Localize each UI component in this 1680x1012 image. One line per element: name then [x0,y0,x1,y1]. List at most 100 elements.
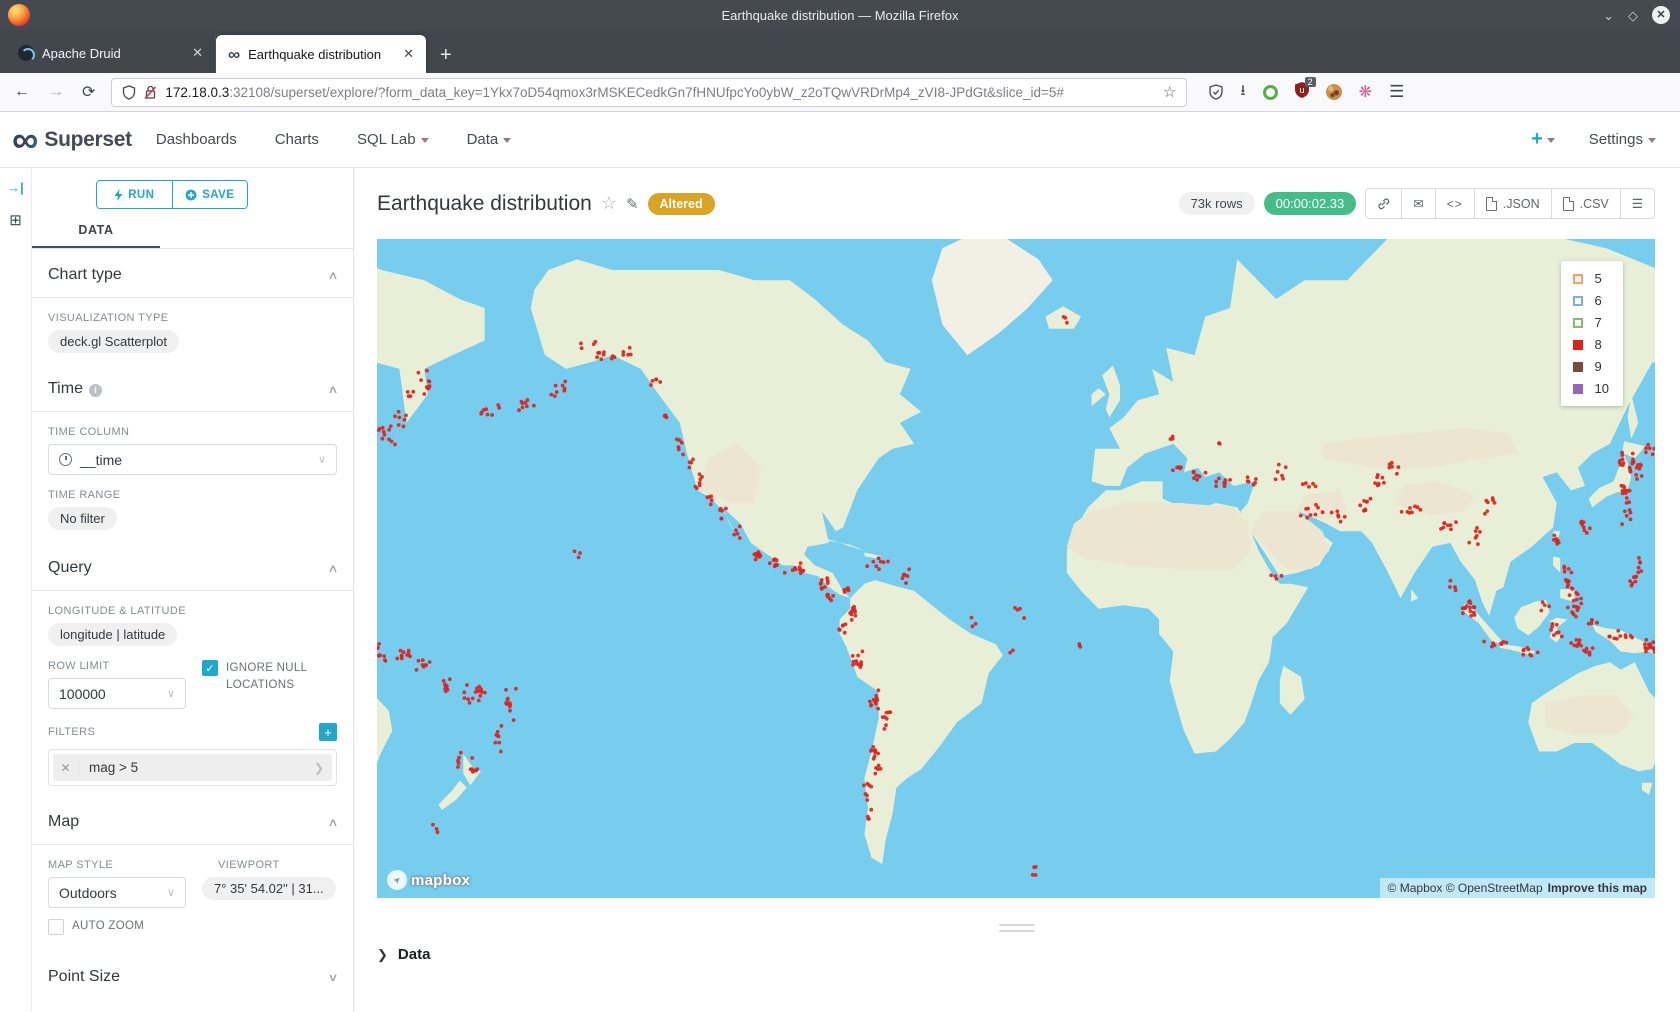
link-icon [1377,197,1390,210]
sidebar-shield-icon[interactable] [1209,84,1223,100]
nav-charts[interactable]: Charts [275,131,319,148]
druid-favicon [18,45,34,61]
chevron-right-icon: ❯ [377,947,388,963]
back-icon[interactable]: ← [14,83,30,101]
chevron-down-icon [503,138,511,143]
close-icon[interactable]: ✕ [1652,6,1670,24]
copy-link-button[interactable] [1366,189,1401,218]
chart-title: Earthquake distribution [377,192,592,216]
new-tab-button[interactable]: + [426,44,466,73]
deckgl-map[interactable]: 5 6 7 8 9 10 mapbox © Mapbox © OpenStreetMapI… [377,239,1655,898]
ghostery-icon[interactable] [1263,85,1278,100]
legend-item[interactable]: 9 [1573,359,1609,374]
email-button[interactable]: ✉ [1401,189,1434,218]
superset-infinity-icon: ∞ [12,125,38,155]
new-button[interactable]: + [1531,128,1555,151]
ublock-badge: 2 [1305,77,1316,87]
tab-data[interactable]: DATA [32,223,160,248]
legend-swatch [1573,340,1583,350]
downloads-icon[interactable]: ⭳ [1240,80,1245,105]
section-chart-type[interactable]: Chart type ∧ [32,249,353,297]
tab-earthquake-distribution[interactable]: ∞ Earthquake distribution ✕ [216,35,426,73]
remove-filter-icon[interactable]: ✕ [53,761,79,775]
favorite-star-icon[interactable]: ☆ [601,193,617,214]
chevron-down-icon: ∨ [318,453,326,466]
viz-type-value[interactable]: deck.gl Scatterplot [48,330,179,353]
tab-apache-druid[interactable]: Apache Druid ✕ [6,35,216,71]
viewport-value[interactable]: 7° 35' 54.02" | 31... [202,877,336,900]
save-button[interactable]: SAVE [172,181,248,208]
section-time[interactable]: Timei ∧ [32,363,353,411]
chevron-up-icon: ∧ [327,562,338,575]
mapbox-logo[interactable]: mapbox [387,870,470,890]
ignore-null-checkbox[interactable]: ✓ IGNORE NULLLOCATIONS [202,646,353,695]
nav-data[interactable]: Data [467,131,512,148]
legend-swatch [1573,384,1583,394]
section-point-size[interactable]: Point Size ∨ [32,951,353,999]
settings-menu[interactable]: Settings [1589,131,1656,148]
maximize-icon[interactable]: ◇ [1628,9,1638,22]
world-map [377,239,1655,898]
chevron-down-icon [1547,138,1555,143]
bookmark-star-icon[interactable]: ☆ [1163,83,1176,101]
shield-permissions-icon[interactable] [122,85,136,100]
altered-badge: Altered [648,193,715,215]
dataset-grid-icon[interactable]: ⊞ [9,211,22,229]
section-query[interactable]: Query ∧ [32,542,353,590]
run-button[interactable]: RUN [97,181,172,208]
minimize-icon[interactable]: ⌄ [1603,9,1614,22]
cookie-extension-icon[interactable] [1326,84,1342,100]
auto-zoom-checkbox[interactable]: AUTO ZOOM [32,908,202,945]
map-style-select[interactable]: Outdoors ∨ [48,877,186,908]
map-legend: 5 6 7 8 9 10 [1561,261,1623,406]
insecure-lock-icon[interactable] [144,85,157,100]
export-button-group: ✉ <> .JSON .CSV ☰ [1365,188,1655,219]
chevron-down-icon: ∨ [167,886,175,899]
legend-item[interactable]: 8 [1573,337,1609,352]
row-limit-select[interactable]: 100000 ∨ [48,678,186,709]
extension-burst-icon[interactable]: ❋ [1359,82,1372,102]
tab-close-icon[interactable]: ✕ [401,46,416,62]
reload-icon[interactable]: ⟳ [82,82,95,102]
export-json-button[interactable]: .JSON [1474,189,1551,218]
edit-title-icon[interactable]: ✎ [626,195,639,213]
time-column-select[interactable]: __time ∨ [48,444,337,475]
superset-logo[interactable]: ∞ Superset [0,125,150,155]
legend-item[interactable]: 7 [1573,315,1609,330]
burger-icon: ☰ [1632,196,1643,211]
nav-dashboards[interactable]: Dashboards [156,131,237,148]
chevron-up-icon: ∧ [327,383,338,396]
legend-item[interactable]: 10 [1573,381,1609,396]
panel-resize-handle[interactable] [999,924,1035,932]
checkbox-checked-icon: ✓ [202,660,218,676]
add-filter-button[interactable]: + [319,723,337,741]
filter-item[interactable]: ✕ mag > 5 ❯ [53,754,332,781]
menu-icon[interactable]: ☰ [1389,82,1404,102]
url-input[interactable]: 172.18.0.3:32108/superset/explore/?form_… [111,78,1187,107]
collapse-rail: →| ⊞ [0,168,32,1012]
lonlat-value[interactable]: longitude | latitude [48,623,177,646]
legend-item[interactable]: 6 [1573,293,1609,308]
chevron-up-icon: ∧ [327,269,338,282]
info-icon: i [89,384,102,397]
ublock-icon[interactable]: u 2 [1295,82,1309,102]
chart-menu-button[interactable]: ☰ [1620,189,1654,218]
legend-label: 6 [1595,293,1602,308]
envelope-icon: ✉ [1413,196,1423,211]
section-map[interactable]: Map ∧ [32,796,353,844]
chevron-right-icon: ❯ [314,761,332,775]
checkbox-empty-icon [48,919,64,935]
data-panel-toggle[interactable]: ❯ Data [354,932,1680,963]
export-csv-button[interactable]: .CSV [1551,189,1620,218]
map-attribution[interactable]: © Mapbox © OpenStreetMapImprove this map [1380,878,1655,898]
url-text: 172.18.0.3:32108/superset/explore/?form_… [165,85,1155,100]
nav-sql-lab[interactable]: SQL Lab [357,131,429,148]
legend-item[interactable]: 5 [1573,271,1609,286]
embed-code-button[interactable]: <> [1435,189,1474,218]
collapse-panel-icon[interactable]: →| [7,180,24,195]
tab-close-icon[interactable]: ✕ [190,45,205,61]
filter-list: ✕ mag > 5 ❯ [48,749,337,786]
legend-label: 10 [1595,381,1609,396]
time-range-value[interactable]: No filter [48,507,117,530]
forward-icon[interactable]: → [48,83,64,101]
